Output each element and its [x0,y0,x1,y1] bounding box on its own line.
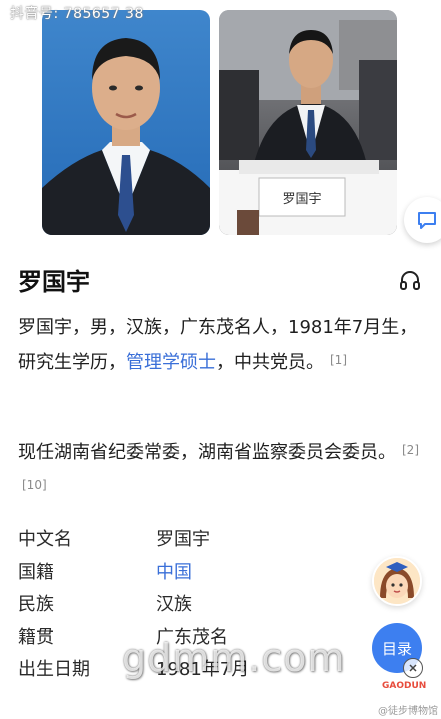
summary-paragraph: 罗国宇，男，汉族，广东茂名人，1981年7月生，研究生学历，管理学硕士，中共党员… [18,311,426,379]
reference-2[interactable]: [2] [402,443,419,457]
info-value: 罗国宇 [156,529,210,551]
girl-avatar-icon [374,558,420,604]
info-label: 民族 [18,594,54,616]
chat-icon [418,212,436,229]
info-row-ethnicity: 民族 汉族 [18,587,378,620]
info-row-chinese-name: 中文名 罗国宇 [18,522,378,555]
portrait-illustration [42,38,210,235]
reference-1[interactable]: [1] [330,353,347,367]
site-watermark: gdmm.com [122,636,346,680]
meeting-photo[interactable]: 罗国宇 [219,10,397,235]
close-icon[interactable] [403,658,423,678]
info-value: 汉族 [156,594,192,616]
info-row-nationality: 国籍 中国 [18,555,378,588]
position-paragraph: 现任湖南省纪委常委，湖南省监察委员会委员。 [2] [10] [18,434,426,504]
info-label: 中文名 [18,529,72,551]
reference-10[interactable]: [10] [22,478,47,492]
assistant-avatar-button[interactable] [372,556,422,606]
nameplate-text: 罗国宇 [282,192,321,207]
summary-text-b: ，中共党员。 [216,352,324,373]
meeting-illustration: 罗国宇 [219,10,397,235]
headphones-icon[interactable] [398,268,422,292]
nationality-link[interactable]: 中国 [156,558,192,584]
author-watermark: @徒步博物馆 [378,706,438,717]
position-text: 现任湖南省纪委常委，湖南省监察委员会委员。 [18,442,396,463]
portrait-photo[interactable] [42,10,210,235]
account-watermark: 抖音号: 785657 38 [10,6,144,22]
chat-bubble-button[interactable] [404,197,441,243]
info-label: 国籍 [18,561,54,583]
page-title: 罗国宇 [18,268,90,296]
brand-logo-watermark: GAODUN [382,681,427,691]
degree-link[interactable]: 管理学硕士 [126,352,216,373]
